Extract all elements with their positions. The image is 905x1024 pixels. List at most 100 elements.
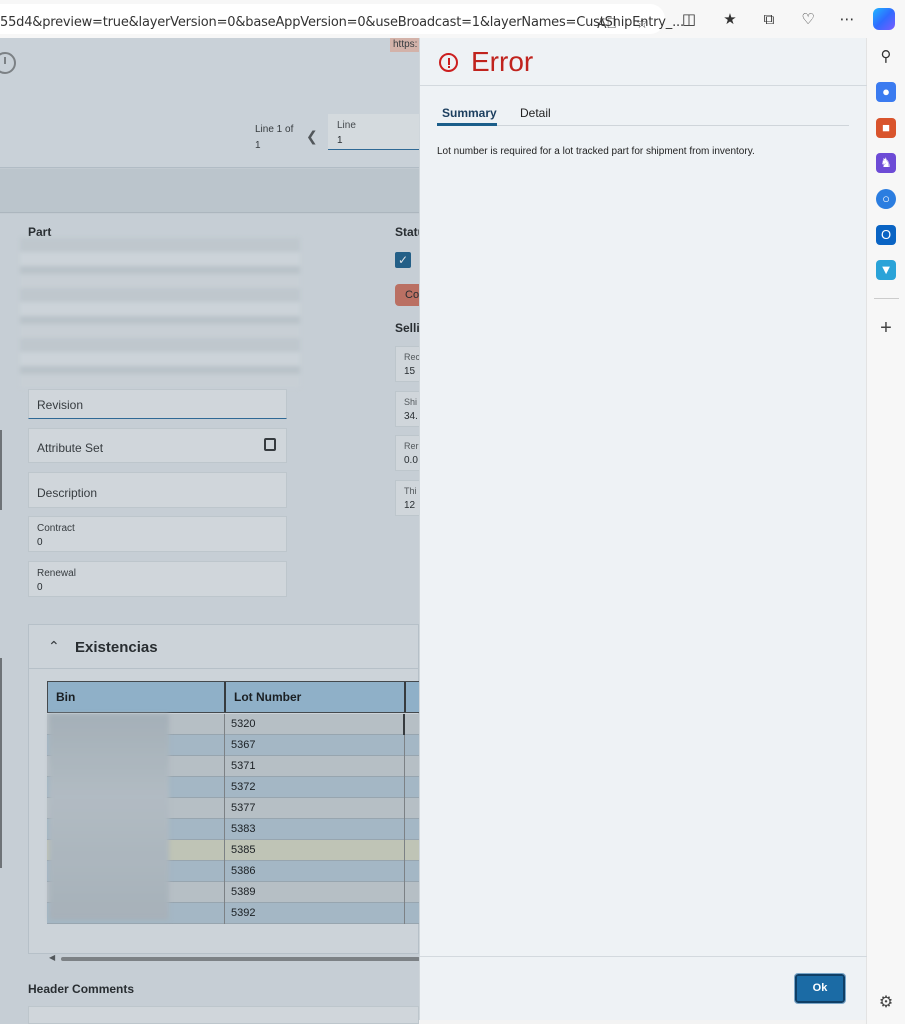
url-tooltip: https:: [390, 38, 419, 52]
history-icon[interactable]: [0, 52, 16, 74]
bin-values-redacted: [49, 714, 169, 920]
left-edge-tab: [0, 430, 2, 510]
error-header: Error: [420, 38, 867, 86]
error-tabs: Summary Detail: [437, 104, 849, 126]
copilot-icon[interactable]: [873, 8, 895, 30]
drop-icon[interactable]: ▼: [876, 260, 896, 280]
tab-detail[interactable]: Detail: [520, 106, 551, 120]
outlook-icon[interactable]: O: [876, 225, 896, 245]
attribute-set-field[interactable]: Attribute Set: [28, 428, 287, 463]
status-label: Statu: [395, 225, 419, 239]
error-message: Lot number is required for a lot tracked…: [437, 146, 755, 157]
mini-field[interactable]: Thi 12: [395, 480, 419, 516]
mini-field-label: Shi: [404, 397, 418, 407]
sub-toolbar: [0, 169, 419, 213]
line-counter-total: 1: [255, 140, 261, 151]
lot-number-cell: 5367: [225, 735, 405, 756]
search-icon[interactable]: ⚲: [876, 47, 896, 67]
mini-field-label: Rer: [404, 441, 419, 451]
existencias-header[interactable]: ⌃ Existencias: [29, 625, 419, 669]
lot-number-cell: 5320: [225, 714, 405, 735]
mini-field-label: Thi: [404, 486, 417, 496]
games-icon[interactable]: ♞: [876, 153, 896, 173]
app-header: https: Line 1 of 1 ❮ Line 1: [0, 38, 419, 168]
footer-divider: [420, 956, 867, 957]
revision-field[interactable]: Revision: [28, 389, 287, 419]
horizontal-scrollbar[interactable]: ◀: [47, 953, 419, 963]
mini-field[interactable]: Shi 34.: [395, 391, 419, 427]
shopping-icon[interactable]: ●: [876, 82, 896, 102]
existencias-panel: ⌃ Existencias Bin Lot Number 5320 5367 5…: [28, 624, 419, 962]
read-aloud-icon[interactable]: A⃝: [597, 13, 617, 33]
mini-field[interactable]: Rec 15: [395, 346, 419, 382]
app-background: https: Line 1 of 1 ❮ Line 1 Part Statu ✓…: [0, 38, 419, 1024]
browser-essentials-icon[interactable]: ♡: [797, 9, 819, 31]
collections-icon[interactable]: ⧉: [758, 9, 780, 31]
settings-icon[interactable]: ⚙: [876, 993, 896, 1013]
lot-number-cell: 5389: [225, 882, 405, 903]
lot-number-cell: 5386: [225, 861, 405, 882]
description-label: Description: [37, 486, 98, 500]
header-comments-label: Header Comments: [28, 982, 135, 996]
renewal-label: Renewal: [37, 568, 76, 579]
chevron-left-icon[interactable]: ❮: [306, 128, 318, 145]
ok-button[interactable]: Ok: [794, 973, 846, 1004]
contract-value: 0: [37, 537, 43, 548]
url-text[interactable]: 55d4&preview=true&layerVersion=0&baseApp…: [0, 15, 684, 30]
selling-label: Selli: [395, 321, 419, 335]
favorites-icon[interactable]: ★: [719, 9, 741, 31]
renewal-value: 0: [37, 582, 43, 593]
line-counter: Line 1 of 1: [255, 122, 293, 154]
revision-label: Revision: [37, 398, 84, 412]
renewal-field[interactable]: Renewal 0: [28, 561, 287, 597]
tools-icon[interactable]: ■: [876, 118, 896, 138]
attribute-set-label: Attribute Set: [37, 441, 104, 455]
part-label: Part: [28, 225, 52, 239]
lot-number-cell: 5392: [225, 903, 405, 924]
line-field[interactable]: Line 1: [328, 114, 419, 150]
split-screen-icon[interactable]: ◫: [678, 9, 700, 31]
active-tab-indicator: [437, 123, 497, 126]
scrollbar-thumb[interactable]: [61, 957, 419, 961]
tab-summary[interactable]: Summary: [442, 106, 497, 120]
status-checkbox[interactable]: ✓: [395, 252, 411, 268]
lookup-icon[interactable]: [264, 438, 276, 451]
error-title: Error: [471, 46, 534, 77]
column-header-bin[interactable]: Bin: [48, 682, 226, 712]
lot-number-cell: 5385: [225, 840, 405, 861]
lot-number-cell: 5371: [225, 756, 405, 777]
microsoft-365-icon[interactable]: ○: [876, 189, 896, 209]
more-icon[interactable]: ⋯: [836, 9, 858, 31]
mini-field[interactable]: Rer 0.0: [395, 435, 419, 471]
existencias-title: Existencias: [75, 639, 158, 656]
address-bar[interactable]: 55d4&preview=true&layerVersion=0&baseApp…: [0, 4, 684, 34]
lot-number-cell: 5372: [225, 777, 405, 798]
lot-number-cell: 5377: [225, 798, 405, 819]
column-header-lot-number[interactable]: Lot Number: [226, 682, 406, 712]
mini-field-label: Rec: [404, 352, 419, 362]
grid-header: Bin Lot Number: [47, 681, 419, 713]
browser-toolbar: 55d4&preview=true&layerVersion=0&baseApp…: [0, 0, 905, 38]
line-field-label: Line: [337, 120, 356, 131]
sidebar-divider: [874, 298, 899, 299]
add-icon[interactable]: +: [876, 318, 896, 338]
chevron-up-icon[interactable]: ⌃: [48, 638, 60, 655]
contract-field[interactable]: Contract 0: [28, 516, 287, 552]
favorite-star-icon[interactable]: ☆: [632, 13, 652, 33]
mini-field-value: 0.0: [404, 455, 418, 466]
scroll-left-icon[interactable]: ◀: [49, 953, 55, 962]
line-counter-label: Line 1 of: [255, 124, 294, 135]
error-alert-icon: [439, 53, 458, 72]
part-details-redacted: [20, 238, 300, 388]
description-field[interactable]: Description: [28, 472, 287, 508]
line-field-value: 1: [337, 135, 343, 146]
left-edge-tab: [0, 658, 2, 868]
status-badge: Co: [395, 284, 419, 306]
header-comments-field[interactable]: [28, 1006, 419, 1024]
contract-label: Contract: [37, 523, 75, 534]
edge-sidebar: ⚲ ● ■ ♞ ○ O ▼ + ⚙: [866, 38, 905, 1024]
mini-field-value: 12: [404, 500, 416, 511]
mini-field-value: 15: [404, 366, 416, 377]
mini-field-value: 34.: [404, 411, 418, 422]
lot-number-cell: 5383: [225, 819, 405, 840]
